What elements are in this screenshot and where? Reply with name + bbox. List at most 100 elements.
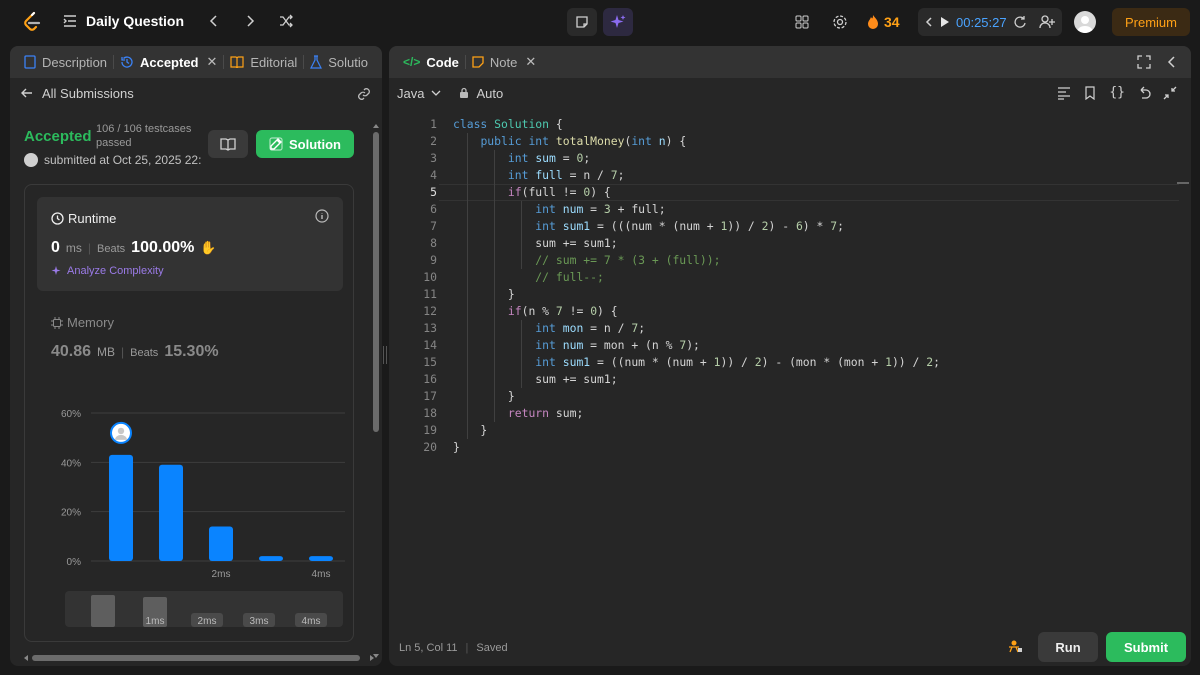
code-line: 19 } <box>423 423 488 437</box>
tab-editorial[interactable]: Editorial <box>224 46 303 78</box>
chart-bar <box>259 556 283 561</box>
runtime-beats: 100.00% <box>131 239 195 256</box>
chip-icon <box>51 316 63 329</box>
autocomplete-mode[interactable]: Auto <box>476 86 503 101</box>
shuffle-icon[interactable] <box>278 13 294 29</box>
submit-button[interactable]: Submit <box>1106 632 1186 662</box>
gear-icon[interactable] <box>832 14 848 30</box>
premium-button[interactable]: Premium <box>1112 8 1190 36</box>
note-icon <box>472 56 484 68</box>
note-button[interactable] <box>567 8 597 36</box>
editor-actions: {} <box>1057 85 1177 100</box>
streak-counter[interactable]: 34 <box>866 14 900 30</box>
undo-icon[interactable] <box>1137 85 1151 100</box>
tab-solutions[interactable]: Solutio <box>304 46 374 78</box>
reset-icon[interactable] <box>1013 15 1027 29</box>
streak-count: 34 <box>884 14 900 30</box>
format-icon[interactable] <box>1057 85 1071 100</box>
memory-value: 40.86 <box>51 343 92 360</box>
mini-x-label: 1ms <box>146 616 165 627</box>
memory-label: Memory <box>67 315 114 330</box>
chevron-left-icon[interactable] <box>206 13 222 29</box>
all-submissions-link[interactable]: All Submissions <box>42 86 134 101</box>
info-icon[interactable] <box>315 209 329 226</box>
note-icon <box>576 16 588 28</box>
tab-label: Editorial <box>250 54 298 70</box>
range-selector[interactable]: 1ms 2ms 3ms 4ms <box>65 591 343 627</box>
performance-card: Runtime 0 ms | Beats 100.00% ✋ Analyze C… <box>24 184 354 642</box>
mini-x-label: 3ms <box>250 616 269 627</box>
panel-resize-handle[interactable] <box>383 346 387 364</box>
code-line: 18 return sum; <box>423 406 584 420</box>
run-button[interactable]: Run <box>1038 632 1098 662</box>
code-editor-panel: </> Code Note ✕ Java Auto {} 1 class Sol… <box>389 46 1191 666</box>
daily-question-nav: Daily Question <box>62 13 294 29</box>
chevron-left-icon[interactable] <box>924 16 934 28</box>
code-line: 15 int sum1 = ((num * (num + 1)) / 2) - … <box>423 355 940 369</box>
indent-guide <box>521 320 522 388</box>
notes-button[interactable] <box>208 130 248 158</box>
chevron-down-icon[interactable] <box>430 87 442 99</box>
code-line: 20} <box>423 440 460 454</box>
avatar <box>24 153 38 167</box>
add-friend-icon[interactable] <box>1038 13 1056 31</box>
chart-bar <box>309 556 333 561</box>
link-icon[interactable] <box>356 86 372 102</box>
submissions-header: All Submissions <box>10 78 382 108</box>
tab-label: Code <box>426 54 459 70</box>
chevron-right-icon[interactable] <box>242 13 258 29</box>
list-icon[interactable] <box>62 13 78 29</box>
tab-note[interactable]: Note ✕ <box>466 46 542 78</box>
code-area[interactable]: 1 class Solution { 2 public int totalMone… <box>389 116 1191 456</box>
runtime-value: 0 <box>51 239 60 256</box>
solution-label: Solution <box>289 136 341 152</box>
y-tick-label: 60% <box>61 409 81 420</box>
expand-icon[interactable] <box>1137 55 1151 69</box>
tab-description[interactable]: Description <box>18 46 113 78</box>
analyze-complexity-link[interactable]: Analyze Complexity <box>51 265 164 277</box>
divider: | <box>121 345 125 359</box>
divider: | <box>465 642 469 654</box>
analyze-label: Analyze Complexity <box>67 265 164 277</box>
solution-button[interactable]: Solution <box>256 130 354 158</box>
sparkle-icon <box>51 266 61 275</box>
arrow-left-icon[interactable] <box>20 86 34 100</box>
runtime-label: Runtime <box>68 211 117 226</box>
bookmark-icon[interactable] <box>1083 85 1097 100</box>
clap-icon: ✋ <box>200 240 217 255</box>
daily-question-title[interactable]: Daily Question <box>86 13 184 29</box>
code-line: 9 // sum += 7 * (3 + (full)); <box>430 253 721 267</box>
ai-assistant-button[interactable] <box>603 8 633 36</box>
play-icon[interactable] <box>940 16 950 28</box>
book-icon <box>230 56 244 68</box>
code-line: 12 if(n % 7 != 0) { <box>423 304 618 318</box>
horizontal-scrollbar[interactable] <box>24 654 374 662</box>
close-icon[interactable]: ✕ <box>207 54 218 70</box>
close-icon[interactable]: ✕ <box>525 54 536 70</box>
code-line: 16 sum += sum1; <box>423 372 618 386</box>
tab-code[interactable]: </> Code <box>397 46 465 78</box>
mini-x-label: 4ms <box>302 616 321 627</box>
editor-toolbar: Java Auto {} <box>389 78 1191 108</box>
runtime-box[interactable]: Runtime 0 ms | Beats 100.00% ✋ Analyze C… <box>37 197 343 291</box>
code-line: 4 int full = n / 7; <box>430 168 625 182</box>
tab-label: Description <box>42 54 108 70</box>
braces-icon[interactable]: {} <box>1109 85 1125 100</box>
debugger-icon[interactable] <box>1007 638 1023 657</box>
save-status: Saved <box>476 642 508 654</box>
collapse-icon[interactable] <box>1163 85 1177 100</box>
chevron-left-icon[interactable] <box>1165 55 1179 69</box>
description-icon <box>24 55 36 69</box>
user-avatar[interactable] <box>1074 11 1096 33</box>
leetcode-logo-icon[interactable] <box>20 10 44 34</box>
memory-title[interactable]: Memory <box>51 315 114 330</box>
runtime-unit: ms <box>65 241 82 255</box>
submission-panel: Description Accepted ✕ Editorial Solutio… <box>10 46 382 666</box>
language-select[interactable]: Java <box>397 86 424 101</box>
y-tick-label: 20% <box>61 508 81 519</box>
tab-accepted[interactable]: Accepted ✕ <box>114 46 223 78</box>
layout-grid-icon[interactable] <box>794 14 810 30</box>
submitted-time: submitted at Oct 25, 2025 22: <box>44 153 202 167</box>
vertical-scrollbar[interactable] <box>372 124 380 658</box>
indent-guide <box>467 133 468 439</box>
